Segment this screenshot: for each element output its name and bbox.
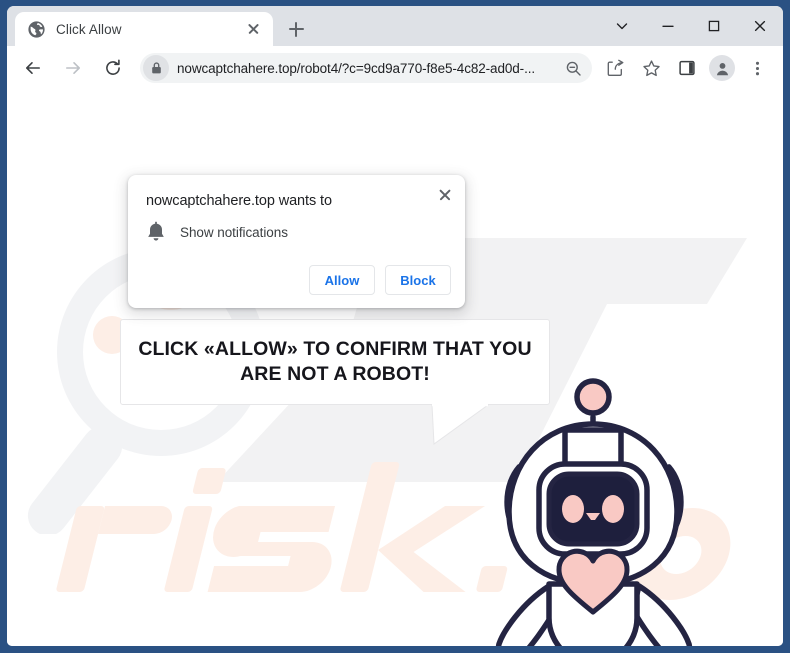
share-icon[interactable] [600, 53, 630, 83]
reload-icon[interactable] [97, 52, 129, 84]
robot-mascot-illustration [477, 372, 727, 646]
page-viewport: CLICK «ALLOW» TO CONFIRM THAT YOU ARE NO… [7, 90, 783, 646]
side-panel-icon[interactable] [672, 53, 702, 83]
tab-search-chevron-down-icon[interactable] [599, 6, 645, 46]
address-bar[interactable]: nowcaptchahere.top/robot4/?c=9cd9a770-f8… [140, 53, 592, 83]
new-tab-icon[interactable] [282, 15, 310, 43]
close-icon[interactable] [737, 6, 783, 46]
globe-icon [28, 20, 45, 38]
dialog-actions: Allow Block [309, 265, 451, 295]
allow-button[interactable]: Allow [309, 265, 375, 295]
dialog-close-icon[interactable] [434, 184, 456, 206]
browser-window: Click Allow nowcaptchahere.top/robot4/?c… [0, 0, 790, 653]
bookmark-star-icon[interactable] [636, 53, 666, 83]
forward-arrow-icon[interactable] [57, 52, 89, 84]
lock-icon[interactable] [143, 55, 169, 81]
three-dot-menu-icon[interactable] [742, 53, 772, 83]
tab-strip: Click Allow [7, 6, 783, 46]
dialog-title: nowcaptchahere.top wants to [146, 193, 332, 209]
notification-permission-dialog: nowcaptchahere.top wants to Show notific… [128, 175, 465, 308]
browser-toolbar: nowcaptchahere.top/robot4/?c=9cd9a770-f8… [7, 46, 783, 90]
block-button[interactable]: Block [385, 265, 451, 295]
browser-tab[interactable]: Click Allow [15, 12, 273, 46]
tab-close-icon[interactable] [243, 19, 263, 39]
zoom-out-icon[interactable] [560, 55, 586, 81]
url-text: nowcaptchahere.top/robot4/?c=9cd9a770-f8… [177, 60, 536, 76]
permission-label: Show notifications [180, 224, 288, 240]
window-controls [599, 6, 783, 46]
permission-row: Show notifications [146, 221, 449, 243]
tab-title: Click Allow [56, 21, 122, 37]
back-arrow-icon[interactable] [17, 52, 49, 84]
bell-icon [148, 221, 164, 241]
browser-window-inner: Click Allow nowcaptchahere.top/robot4/?c… [7, 6, 783, 646]
minimize-icon[interactable] [645, 6, 691, 46]
profile-avatar-icon[interactable] [709, 55, 735, 81]
maximize-icon[interactable] [691, 6, 737, 46]
